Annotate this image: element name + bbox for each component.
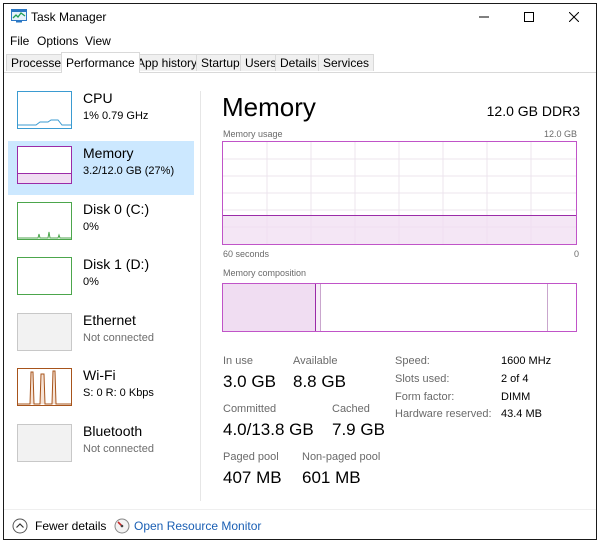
fewer-details-label: Fewer details xyxy=(35,519,107,533)
minimize-icon xyxy=(478,16,489,18)
sidebar-item-sub: Not connected xyxy=(83,332,154,344)
committed-label: Committed xyxy=(223,403,277,415)
form-factor-value: DIMM xyxy=(501,391,531,403)
task-manager-window: Task Manager File Options View Processes… xyxy=(3,3,597,540)
wifi-thumbnail-graph xyxy=(17,368,72,406)
page-title: Memory xyxy=(222,92,316,122)
open-resource-monitor-label: Open Resource Monitor xyxy=(134,519,262,533)
memory-usage-label: Memory usage xyxy=(223,129,283,139)
close-button[interactable] xyxy=(551,4,596,30)
task-manager-app-icon xyxy=(11,9,27,23)
paged-pool-label: Paged pool xyxy=(223,451,279,463)
sidebar-item-sub: 0% xyxy=(83,221,99,233)
hardware-reserved-label: Hardware reserved: xyxy=(395,408,492,420)
sidebar-item-sub: 0% xyxy=(83,276,99,288)
memory-detail-panel: Memory 12.0 GB DDR3 Memory usage 12.0 GB xyxy=(222,88,582,498)
memory-spec: 12.0 GB DDR3 xyxy=(486,103,580,119)
sidebar-item-disk0[interactable]: Disk 0 (C:) 0% xyxy=(8,197,194,251)
disk0-thumbnail-graph xyxy=(17,202,72,240)
memory-usage-fill xyxy=(223,215,576,244)
cached-value: 7.9 GB xyxy=(332,420,385,439)
menu-view[interactable]: View xyxy=(85,34,111,48)
non-paged-pool-label: Non-paged pool xyxy=(302,451,381,463)
tab-performance[interactable]: Performance xyxy=(61,52,140,73)
sidebar-item-label: Disk 0 (C:) xyxy=(83,201,150,217)
time-axis-left: 60 seconds xyxy=(223,249,270,259)
tab-app-history[interactable]: App history xyxy=(132,54,203,71)
maximize-icon xyxy=(523,12,534,22)
sidebar-item-label: Memory xyxy=(83,145,134,161)
composition-standby-divider xyxy=(547,284,548,331)
tab-bar: Processes Performance App history Startu… xyxy=(4,51,596,73)
sidebar-item-label: Disk 1 (D:) xyxy=(83,256,150,272)
speed-label: Speed: xyxy=(395,355,430,367)
footer-bar: Fewer details Open Resource Monitor xyxy=(4,515,596,539)
menu-options[interactable]: Options xyxy=(37,34,78,48)
sidebar-item-memory[interactable]: Memory 3.2/12.0 GB (27%) xyxy=(8,141,194,195)
memory-composition-bar xyxy=(222,283,577,332)
sidebar-item-sub: 1% 0.79 GHz xyxy=(83,110,149,122)
time-axis-right: 0 xyxy=(573,249,579,259)
panel-divider xyxy=(200,91,201,501)
cached-label: Cached xyxy=(332,403,370,415)
tab-details[interactable]: Details xyxy=(275,54,322,71)
close-icon xyxy=(568,12,579,22)
tab-services[interactable]: Services xyxy=(318,54,375,71)
maximize-button[interactable] xyxy=(506,4,551,30)
resource-monitor-icon xyxy=(114,518,130,534)
sidebar-item-cpu[interactable]: CPU 1% 0.79 GHz xyxy=(8,86,194,140)
sidebar-item-label: Wi-Fi xyxy=(83,367,116,383)
tab-startup[interactable]: Startup xyxy=(196,54,245,71)
sidebar-item-wifi[interactable]: Wi-Fi S: 0 R: 0 Kbps xyxy=(8,363,194,417)
ethernet-thumbnail-graph xyxy=(17,313,72,351)
sidebar-item-bluetooth[interactable]: Bluetooth Not connected xyxy=(8,419,194,473)
sidebar-item-label: Bluetooth xyxy=(83,423,143,439)
composition-modified xyxy=(316,284,321,331)
non-paged-pool-value: 601 MB xyxy=(302,468,361,487)
committed-value: 4.0/13.8 GB xyxy=(223,420,314,439)
memory-usage-graph xyxy=(222,141,577,245)
minimize-button[interactable] xyxy=(461,4,506,30)
bluetooth-thumbnail-graph xyxy=(17,424,72,462)
form-factor-label: Form factor: xyxy=(395,391,455,403)
footer-divider xyxy=(4,509,596,510)
memory-composition-label: Memory composition xyxy=(223,268,307,278)
speed-value: 1600 MHz xyxy=(501,355,552,367)
in-use-label: In use xyxy=(223,355,253,367)
slots-used-value: 2 of 4 xyxy=(501,373,529,385)
window-title: Task Manager xyxy=(31,10,107,24)
sidebar-item-sub: Not connected xyxy=(83,443,154,455)
sidebar-item-sub: S: 0 R: 0 Kbps xyxy=(83,387,154,399)
memory-thumbnail-graph xyxy=(17,146,72,184)
hardware-reserved-value: 43.4 MB xyxy=(501,408,542,420)
disk1-thumbnail-graph xyxy=(17,257,72,295)
chevron-up-circle-icon xyxy=(12,518,28,534)
sidebar-item-ethernet[interactable]: Ethernet Not connected xyxy=(8,308,194,362)
menu-file[interactable]: File xyxy=(10,34,29,48)
slots-used-label: Slots used: xyxy=(395,373,450,385)
composition-in-use xyxy=(223,284,316,331)
cpu-thumbnail-graph xyxy=(17,91,72,129)
performance-sidebar: CPU 1% 0.79 GHz Memory 3.2/12.0 GB (27%)… xyxy=(4,86,198,506)
sidebar-item-label: CPU xyxy=(83,90,113,106)
available-label: Available xyxy=(293,355,338,367)
available-value: 8.8 GB xyxy=(293,372,346,391)
sidebar-item-sub: 3.2/12.0 GB (27%) xyxy=(83,165,175,177)
sidebar-item-label: Ethernet xyxy=(83,312,136,328)
memory-usage-max: 12.0 GB xyxy=(543,129,577,139)
sidebar-item-disk1[interactable]: Disk 1 (D:) 0% xyxy=(8,252,194,306)
title-bar[interactable]: Task Manager xyxy=(4,4,596,30)
in-use-value: 3.0 GB xyxy=(223,372,276,391)
paged-pool-value: 407 MB xyxy=(223,468,282,487)
